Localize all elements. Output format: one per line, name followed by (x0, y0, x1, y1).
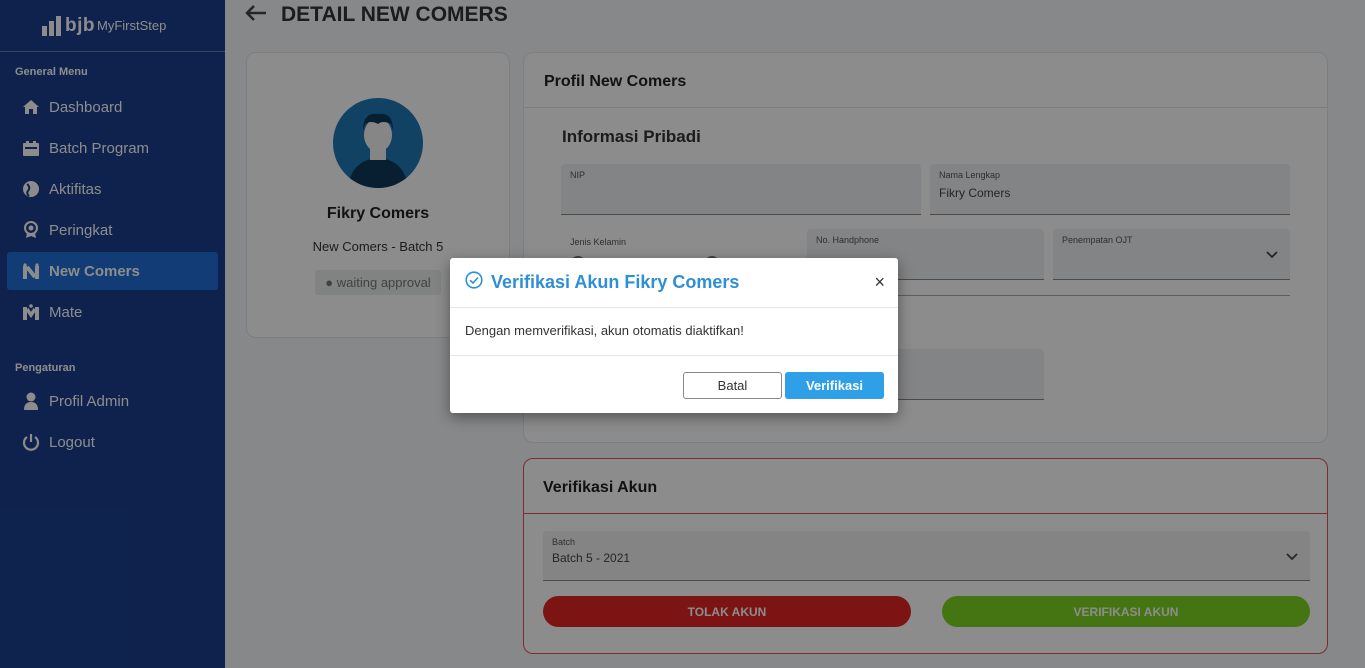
dialog-message: Dengan memverifikasi, akun otomatis diak… (450, 308, 898, 356)
cancel-button[interactable]: Batal (683, 372, 782, 399)
check-circle-icon (465, 271, 483, 294)
close-icon[interactable]: × (874, 273, 885, 291)
confirm-verify-button[interactable]: Verifikasi (785, 372, 884, 399)
dialog-title: Verifikasi Akun Fikry Comers (491, 272, 740, 292)
verify-dialog: Verifikasi Akun Fikry Comers × Dengan me… (450, 258, 898, 413)
dialog-header: Verifikasi Akun Fikry Comers × (450, 258, 898, 308)
